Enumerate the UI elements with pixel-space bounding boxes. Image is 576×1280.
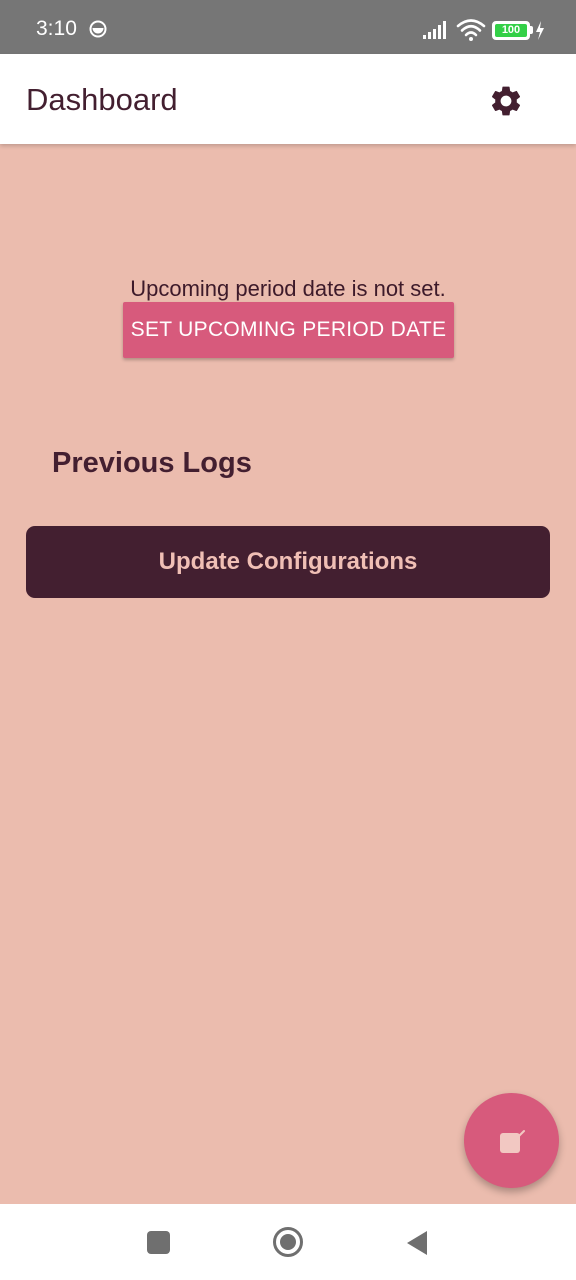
page-title: Dashboard bbox=[26, 82, 178, 117]
period-status-text: Upcoming period date is not set. bbox=[130, 276, 446, 301]
set-upcoming-period-date-button[interactable]: SET UPCOMING PERIOD DATE bbox=[123, 302, 454, 358]
battery-tip bbox=[530, 26, 533, 34]
wifi-icon bbox=[456, 19, 486, 41]
battery-icon: 100 bbox=[492, 21, 530, 40]
charging-icon bbox=[536, 21, 544, 40]
system-navigation-bar bbox=[0, 1204, 576, 1280]
home-icon[interactable] bbox=[272, 1226, 304, 1258]
app-bar: Dashboard bbox=[0, 54, 576, 144]
signal-icon bbox=[423, 21, 446, 39]
app-notification-icon bbox=[89, 20, 107, 38]
battery-level: 100 bbox=[495, 24, 527, 37]
recents-icon[interactable] bbox=[147, 1231, 170, 1254]
gear-icon bbox=[491, 86, 521, 116]
settings-button[interactable] bbox=[484, 79, 528, 123]
edit-icon bbox=[499, 1129, 525, 1153]
dashboard-content: Upcoming period date is not set. SET UPC… bbox=[0, 144, 576, 1204]
status-bar: 3:10 100 bbox=[0, 0, 576, 54]
update-configurations-button[interactable]: Update Configurations bbox=[26, 526, 550, 598]
edit-fab-button[interactable] bbox=[464, 1093, 559, 1188]
previous-logs-title: Previous Logs bbox=[52, 447, 252, 479]
back-icon[interactable] bbox=[405, 1229, 429, 1257]
status-time: 3:10 bbox=[36, 17, 77, 40]
